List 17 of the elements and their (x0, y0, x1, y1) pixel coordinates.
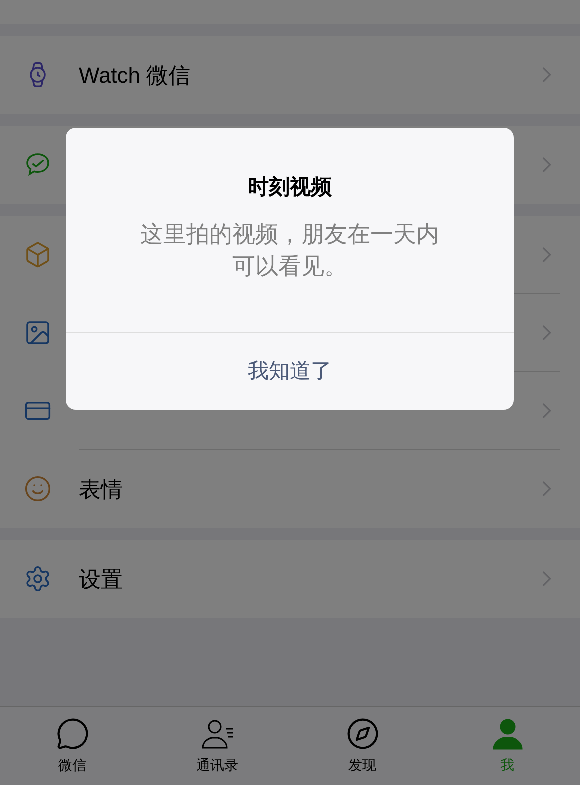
row-label: 设置 (79, 566, 123, 594)
chat-check-icon (24, 151, 52, 179)
chat-icon (56, 716, 90, 750)
settings-icon (24, 565, 52, 593)
tab[interactable]: 微信 (0, 707, 145, 785)
compass-icon (346, 716, 380, 750)
tab[interactable]: 通讯录 (145, 707, 290, 785)
row-label: Watch 微信 (79, 62, 191, 90)
person-icon (490, 716, 524, 750)
row-label: 表情 (79, 476, 123, 504)
dialog-button[interactable]: 我知道了 (66, 332, 514, 410)
cube-icon (24, 241, 52, 269)
image-icon (24, 319, 52, 347)
dialog-message: 这里拍的视频，朋友在一天内可以看见。 (140, 220, 440, 280)
tab[interactable]: 发现 (290, 707, 435, 785)
dialog-title: 时刻视频 (248, 174, 332, 201)
smile-icon (24, 475, 52, 503)
